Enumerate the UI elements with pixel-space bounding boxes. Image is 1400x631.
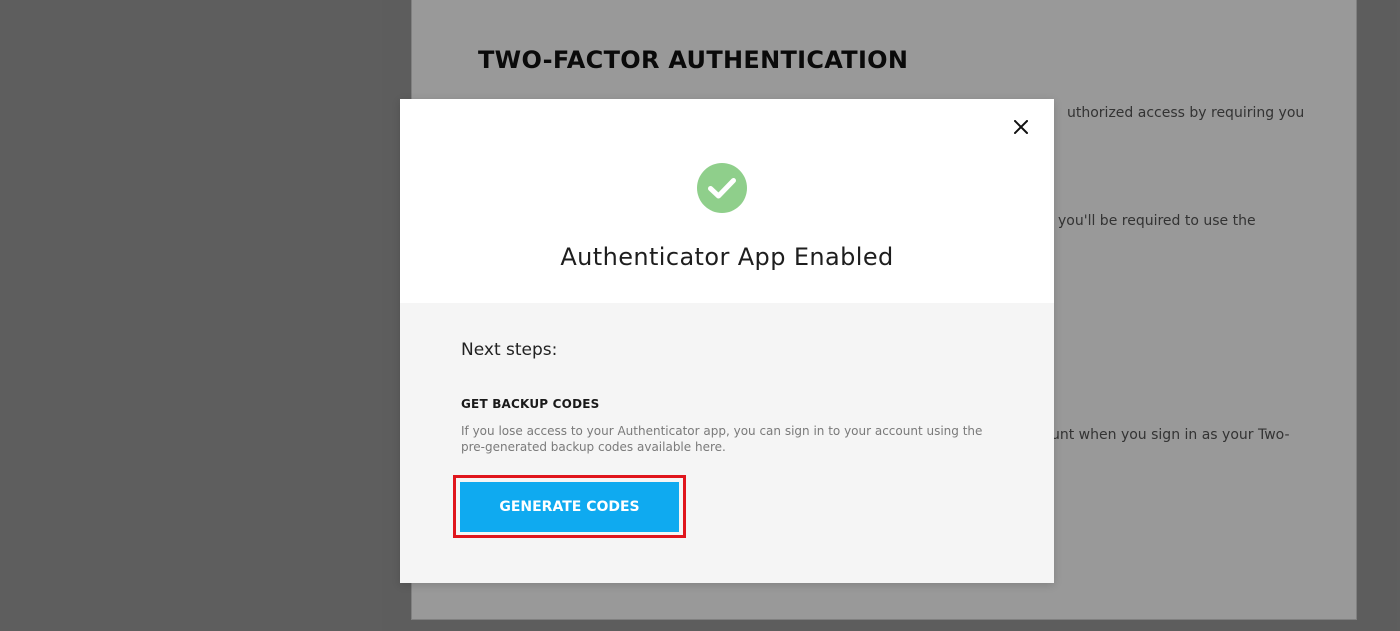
dialog-title: Authenticator App Enabled [560,243,894,271]
backup-codes-heading: GET BACKUP CODES [461,397,600,411]
next-steps-label: Next steps: [461,340,558,360]
authenticator-enabled-dialog: Authenticator App Enabled Next steps: GE… [400,99,1054,583]
generate-codes-button[interactable]: GENERATE CODES [460,482,679,532]
check-circle-icon [697,163,747,213]
dialog-header: Authenticator App Enabled [400,99,1054,303]
backup-codes-description: If you lose access to your Authenticator… [461,424,983,454]
close-button[interactable] [1009,115,1033,139]
close-icon [1014,120,1028,134]
